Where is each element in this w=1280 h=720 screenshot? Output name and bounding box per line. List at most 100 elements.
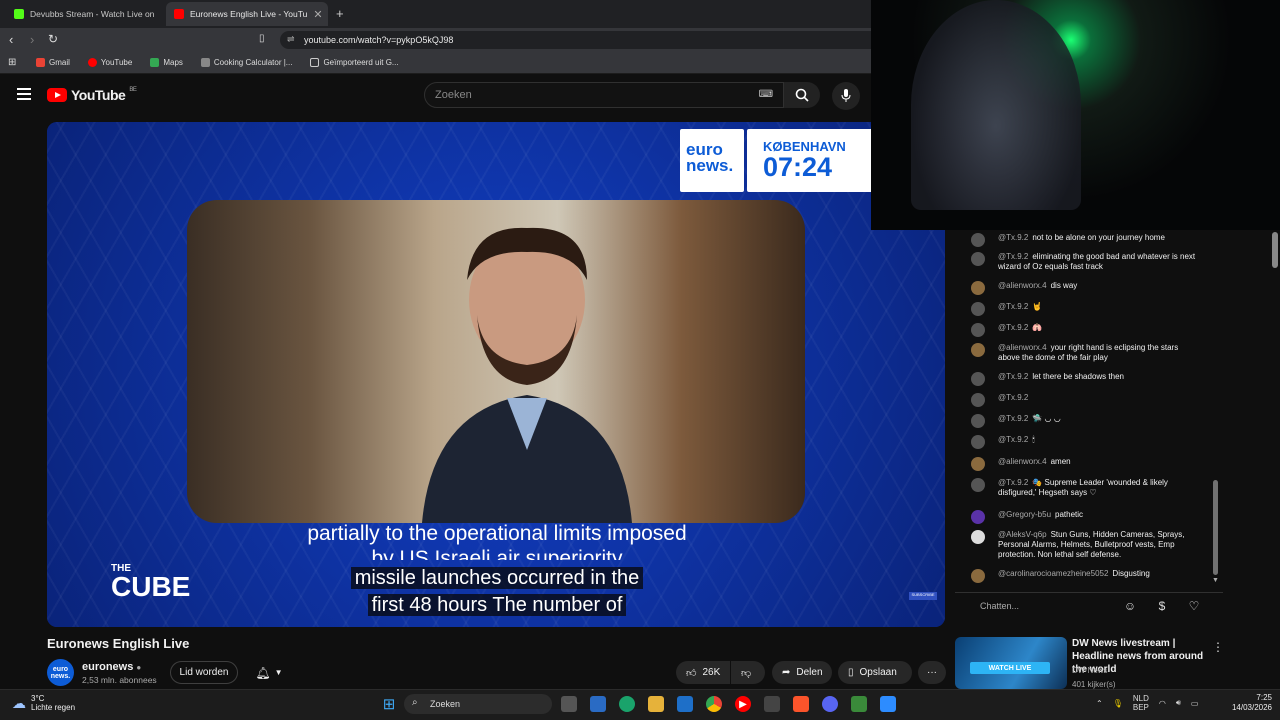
taskbar-search[interactable]: ⌕ Zoeken: [404, 694, 552, 714]
dislike-button[interactable]: 👎︎: [731, 661, 765, 684]
avatar: [971, 281, 985, 295]
app-icon[interactable]: [851, 696, 867, 712]
avatar: [971, 435, 985, 449]
subscribe-watermark[interactable]: SUBSCRIBE: [909, 592, 937, 600]
more-actions-button[interactable]: ···: [918, 661, 946, 684]
channel-name[interactable]: euronews ●: [82, 661, 141, 673]
chat-message: @Tx.9.2 🛸 ◡ ◡: [971, 414, 1201, 428]
back-icon[interactable]: ‹: [9, 32, 13, 47]
video-title: Euronews English Live: [47, 636, 190, 651]
windows-start-icon[interactable]: ⊞: [381, 696, 397, 713]
system-tray[interactable]: ⌃ 🎙︎ NLD BEP ◠ 🔊︎ ▭: [1096, 694, 1198, 712]
task-view-icon[interactable]: [561, 696, 577, 712]
microphone-icon[interactable]: 🎙︎: [1113, 699, 1123, 708]
keyboard-icon[interactable]: ⌨: [759, 89, 773, 100]
avatar: [971, 252, 985, 266]
chat-message: @Tx.9.2: [971, 393, 1201, 407]
caption-lower: missile launches occurred in the first 4…: [327, 565, 667, 619]
avatar: [971, 414, 985, 428]
avatar: [971, 343, 985, 357]
app-icon-2[interactable]: [880, 696, 896, 712]
search-button[interactable]: [784, 82, 820, 108]
webcam-person-image: [911, 0, 1081, 210]
more-icon: ···: [927, 667, 937, 678]
close-tab-icon[interactable]: ✕: [313, 8, 322, 21]
apps-grid-icon[interactable]: ⊞: [8, 57, 16, 68]
bookmark-gmail[interactable]: Gmail: [36, 58, 70, 67]
bookmark-imported-folder[interactable]: Geïmporteerd uit G...: [310, 58, 399, 67]
watch-live-badge: WATCH LIVE: [970, 662, 1050, 674]
search-input[interactable]: Zoeken ⌨: [424, 82, 784, 108]
heart-icon[interactable]: ♡: [1186, 599, 1202, 615]
youtube-app-icon[interactable]: ▶: [735, 696, 751, 712]
thumbs-down-icon: 👎︎: [741, 667, 752, 679]
calculator-icon[interactable]: [764, 696, 780, 712]
chevron-up-icon[interactable]: ⌃: [1096, 699, 1103, 708]
live-chat: @Tx.9.2 not to be alone on your journey h…: [955, 230, 1223, 590]
menu-icon[interactable]: [17, 88, 31, 100]
join-button[interactable]: Lid worden: [170, 661, 238, 684]
chevron-down-icon: ▼: [274, 668, 283, 677]
scroll-down-icon[interactable]: ▼: [1212, 577, 1219, 584]
emoji-icon[interactable]: ☺: [1122, 599, 1138, 615]
bookmark-maps[interactable]: Maps: [150, 58, 183, 67]
chat-scrollbar[interactable]: [1213, 480, 1218, 575]
recommendation-channel[interactable]: DW News: [1072, 666, 1108, 675]
channel-avatar[interactable]: euro news.: [47, 659, 74, 686]
chat-message: @alienworx.4 dis way: [971, 281, 1201, 295]
bookmark-icon: ▯: [848, 667, 854, 678]
bookmark-youtube[interactable]: YouTube: [87, 58, 132, 67]
reload-icon[interactable]: ↻: [48, 32, 58, 46]
chat-message: @Tx.9.2 🤘: [971, 302, 1201, 316]
avatar: [971, 302, 985, 316]
bookmark-icon[interactable]: ▯: [259, 33, 265, 44]
new-tab-icon[interactable]: +: [336, 6, 344, 21]
forward-icon[interactable]: ›: [30, 32, 34, 47]
file-explorer-icon[interactable]: [648, 696, 664, 712]
city-clock: KØBENHAVN 07:24: [747, 129, 887, 192]
url-input[interactable]: ⇌ youtube.com/watch?v=pykpO5kQJ98: [280, 31, 880, 49]
chat-input[interactable]: Chatten...: [970, 597, 1110, 615]
save-button[interactable]: ▯ Opslaan: [838, 661, 912, 684]
tab-youtube[interactable]: Euronews English Live - YouTu ✕: [166, 2, 328, 26]
youtube-logo[interactable]: YouTube BE: [47, 87, 137, 103]
avatar: [971, 323, 985, 337]
voice-search-button[interactable]: [832, 82, 860, 110]
chrome-icon[interactable]: [706, 696, 722, 712]
avatar: [971, 569, 985, 583]
weather-widget[interactable]: ☁ 3°C Lichte regen: [12, 694, 75, 712]
interviewee-video-frame: [187, 200, 805, 523]
chat-message: @Tx.9.2 eliminating the good bad and what…: [971, 252, 1201, 272]
like-button[interactable]: 👍︎ 26K: [676, 661, 730, 684]
notification-button[interactable]: 🔔︎ ▼: [248, 661, 290, 684]
bookmark-cooking-calculator[interactable]: Cooking Calculator |...: [200, 58, 292, 67]
cloud-rain-icon: ☁: [12, 694, 26, 711]
brave-icon[interactable]: [793, 696, 809, 712]
tab-label: Devubbs Stream - Watch Live on: [30, 9, 155, 19]
taskbar-clock[interactable]: 7:25 14/03/2026: [1226, 693, 1272, 713]
more-vertical-icon[interactable]: ⋮: [1212, 640, 1224, 654]
gmail-icon: [36, 58, 45, 67]
url-text: youtube.com/watch?v=pykpO5kQJ98: [304, 35, 454, 45]
page-scrollbar[interactable]: [1272, 232, 1278, 268]
avatar: [971, 393, 985, 407]
chat-message: @Tx.9.2 let there be shadows then: [971, 372, 1201, 386]
mail-icon[interactable]: [677, 696, 693, 712]
share-icon: ➦: [782, 667, 791, 678]
search-icon: ⌕: [412, 697, 418, 708]
recommendation-viewers: 401 kijker(s): [1072, 680, 1116, 689]
super-chat-icon[interactable]: $: [1154, 599, 1170, 615]
discord-icon[interactable]: [822, 696, 838, 712]
site-info-icon[interactable]: ⇌: [287, 34, 295, 45]
wifi-icon[interactable]: ◠: [1159, 699, 1166, 708]
search-icon: [795, 88, 809, 102]
edge-icon[interactable]: [619, 696, 635, 712]
widgets-icon[interactable]: [590, 696, 606, 712]
chat-divider: [955, 592, 1223, 593]
battery-icon[interactable]: ▭: [1191, 699, 1199, 708]
volume-icon[interactable]: 🔊︎: [1176, 698, 1181, 708]
tab-kick[interactable]: Devubbs Stream - Watch Live on: [6, 2, 166, 26]
video-player[interactable]: euro news. KØBENHAVN 07:24 partially to …: [47, 122, 945, 627]
thumbs-up-icon: 👍︎: [686, 667, 697, 679]
share-button[interactable]: ➦ Delen: [772, 661, 832, 684]
